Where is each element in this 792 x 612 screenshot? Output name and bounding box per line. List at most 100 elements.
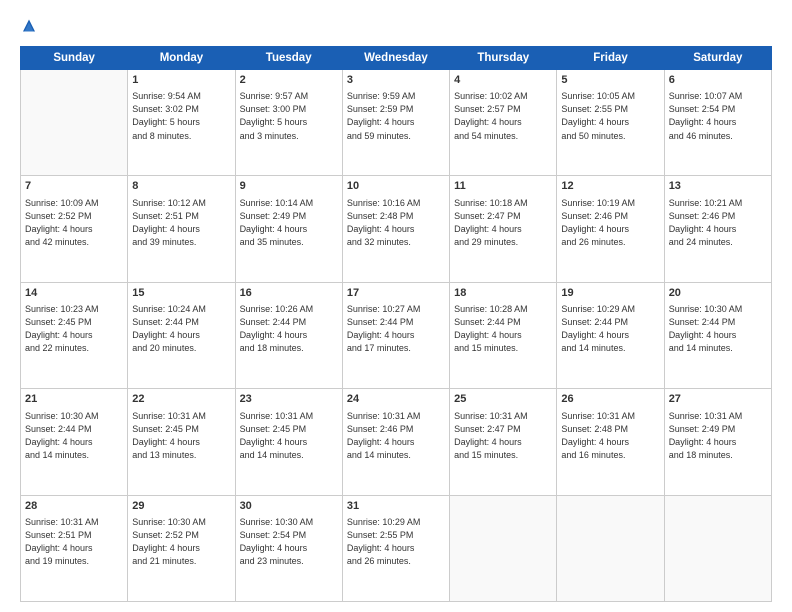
day-number: 12 bbox=[561, 179, 659, 194]
day-number: 26 bbox=[561, 392, 659, 407]
day-cell: 20 Sunrise: 10:30 AMSunset: 2:44 PMDaylig… bbox=[664, 282, 771, 388]
day-cell: 16 Sunrise: 10:26 AMSunset: 2:44 PMDaylig… bbox=[235, 282, 342, 388]
day-number: 10 bbox=[347, 179, 445, 194]
day-number: 16 bbox=[240, 286, 338, 301]
day-number: 1 bbox=[132, 73, 230, 88]
day-number: 24 bbox=[347, 392, 445, 407]
day-number: 28 bbox=[25, 499, 123, 514]
day-cell: 6 Sunrise: 10:07 AMSunset: 2:54 PMDayligh… bbox=[664, 70, 771, 176]
day-number: 2 bbox=[240, 73, 338, 88]
day-info: Sunrise: 10:27 AMSunset: 2:44 PMDaylight… bbox=[347, 303, 445, 355]
day-info: Sunrise: 10:23 AMSunset: 2:45 PMDaylight… bbox=[25, 303, 123, 355]
day-info: Sunrise: 10:29 AMSunset: 2:44 PMDaylight… bbox=[561, 303, 659, 355]
day-info: Sunrise: 9:59 AMSunset: 2:59 PMDaylight:… bbox=[347, 90, 445, 142]
day-info: Sunrise: 10:30 AMSunset: 2:44 PMDaylight… bbox=[25, 410, 123, 462]
day-cell: 28 Sunrise: 10:31 AMSunset: 2:51 PMDaylig… bbox=[21, 495, 128, 601]
day-cell: 31 Sunrise: 10:29 AMSunset: 2:55 PMDaylig… bbox=[342, 495, 449, 601]
day-number: 14 bbox=[25, 286, 123, 301]
page: SundayMondayTuesdayWednesdayThursdayFrid… bbox=[0, 0, 792, 612]
day-cell: 7Sunrise: 10:09 AMSunset: 2:52 PMDayligh… bbox=[21, 176, 128, 282]
logo bbox=[20, 18, 42, 36]
week-row-1: 1 Sunrise: 9:54 AMSunset: 3:02 PMDaylight… bbox=[21, 70, 772, 176]
day-info: Sunrise: 10:02 AMSunset: 2:57 PMDaylight… bbox=[454, 90, 552, 142]
day-cell: 5 Sunrise: 10:05 AMSunset: 2:55 PMDayligh… bbox=[557, 70, 664, 176]
day-info: Sunrise: 10:31 AMSunset: 2:46 PMDaylight… bbox=[347, 410, 445, 462]
day-info: Sunrise: 10:31 AMSunset: 2:45 PMDaylight… bbox=[132, 410, 230, 462]
day-cell bbox=[557, 495, 664, 601]
day-info: Sunrise: 10:31 AMSunset: 2:49 PMDaylight… bbox=[669, 410, 767, 462]
day-cell bbox=[21, 70, 128, 176]
day-number: 20 bbox=[669, 286, 767, 301]
weekday-header-monday: Monday bbox=[128, 47, 235, 70]
day-cell: 8 Sunrise: 10:12 AMSunset: 2:51 PMDayligh… bbox=[128, 176, 235, 282]
day-cell: 29 Sunrise: 10:30 AMSunset: 2:52 PMDaylig… bbox=[128, 495, 235, 601]
weekday-header-wednesday: Wednesday bbox=[342, 47, 449, 70]
day-number: 27 bbox=[669, 392, 767, 407]
day-cell: 13 Sunrise: 10:21 AMSunset: 2:46 PMDaylig… bbox=[664, 176, 771, 282]
weekday-header-friday: Friday bbox=[557, 47, 664, 70]
day-number: 11 bbox=[454, 179, 552, 194]
weekday-header-sunday: Sunday bbox=[21, 47, 128, 70]
day-number: 31 bbox=[347, 499, 445, 514]
week-row-4: 21 Sunrise: 10:30 AMSunset: 2:44 PMDaylig… bbox=[21, 389, 772, 495]
day-number: 17 bbox=[347, 286, 445, 301]
day-cell: 22Sunrise: 10:31 AMSunset: 2:45 PMDaylig… bbox=[128, 389, 235, 495]
day-number: 8 bbox=[132, 179, 230, 194]
week-row-5: 28 Sunrise: 10:31 AMSunset: 2:51 PMDaylig… bbox=[21, 495, 772, 601]
day-info: Sunrise: 10:31 AMSunset: 2:51 PMDaylight… bbox=[25, 516, 123, 568]
calendar-table: SundayMondayTuesdayWednesdayThursdayFrid… bbox=[20, 46, 772, 602]
weekday-header-thursday: Thursday bbox=[450, 47, 557, 70]
day-cell: 2Sunrise: 9:57 AMSunset: 3:00 PMDaylight… bbox=[235, 70, 342, 176]
day-cell: 26 Sunrise: 10:31 AMSunset: 2:48 PMDaylig… bbox=[557, 389, 664, 495]
logo-icon bbox=[20, 18, 38, 36]
day-cell: 24 Sunrise: 10:31 AMSunset: 2:46 PMDaylig… bbox=[342, 389, 449, 495]
day-info: Sunrise: 10:16 AMSunset: 2:48 PMDaylight… bbox=[347, 197, 445, 249]
day-cell: 4 Sunrise: 10:02 AMSunset: 2:57 PMDayligh… bbox=[450, 70, 557, 176]
day-info: Sunrise: 10:30 AMSunset: 2:52 PMDaylight… bbox=[132, 516, 230, 568]
day-info: Sunrise: 9:54 AMSunset: 3:02 PMDaylight:… bbox=[132, 90, 230, 142]
day-cell: 23Sunrise: 10:31 AMSunset: 2:45 PMDaylig… bbox=[235, 389, 342, 495]
day-number: 5 bbox=[561, 73, 659, 88]
day-number: 3 bbox=[347, 73, 445, 88]
day-info: Sunrise: 10:12 AMSunset: 2:51 PMDaylight… bbox=[132, 197, 230, 249]
day-number: 21 bbox=[25, 392, 123, 407]
day-number: 29 bbox=[132, 499, 230, 514]
day-info: Sunrise: 10:29 AMSunset: 2:55 PMDaylight… bbox=[347, 516, 445, 568]
day-cell: 9Sunrise: 10:14 AMSunset: 2:49 PMDayligh… bbox=[235, 176, 342, 282]
day-cell: 12 Sunrise: 10:19 AMSunset: 2:46 PMDaylig… bbox=[557, 176, 664, 282]
day-cell: 10 Sunrise: 10:16 AMSunset: 2:48 PMDaylig… bbox=[342, 176, 449, 282]
day-number: 18 bbox=[454, 286, 552, 301]
day-info: Sunrise: 10:28 AMSunset: 2:44 PMDaylight… bbox=[454, 303, 552, 355]
day-cell: 30Sunrise: 10:30 AMSunset: 2:54 PMDaylig… bbox=[235, 495, 342, 601]
day-number: 4 bbox=[454, 73, 552, 88]
day-number: 19 bbox=[561, 286, 659, 301]
week-row-2: 7Sunrise: 10:09 AMSunset: 2:52 PMDayligh… bbox=[21, 176, 772, 282]
day-cell: 17 Sunrise: 10:27 AMSunset: 2:44 PMDaylig… bbox=[342, 282, 449, 388]
day-number: 6 bbox=[669, 73, 767, 88]
day-cell: 3 Sunrise: 9:59 AMSunset: 2:59 PMDaylight… bbox=[342, 70, 449, 176]
day-cell: 11Sunrise: 10:18 AMSunset: 2:47 PMDaylig… bbox=[450, 176, 557, 282]
weekday-header-saturday: Saturday bbox=[664, 47, 771, 70]
day-number: 23 bbox=[240, 392, 338, 407]
day-info: Sunrise: 10:09 AMSunset: 2:52 PMDaylight… bbox=[25, 197, 123, 249]
weekday-header-row: SundayMondayTuesdayWednesdayThursdayFrid… bbox=[21, 47, 772, 70]
day-info: Sunrise: 10:14 AMSunset: 2:49 PMDaylight… bbox=[240, 197, 338, 249]
day-info: Sunrise: 10:26 AMSunset: 2:44 PMDaylight… bbox=[240, 303, 338, 355]
day-info: Sunrise: 10:30 AMSunset: 2:44 PMDaylight… bbox=[669, 303, 767, 355]
day-cell bbox=[664, 495, 771, 601]
day-cell: 25Sunrise: 10:31 AMSunset: 2:47 PMDaylig… bbox=[450, 389, 557, 495]
header bbox=[20, 18, 772, 36]
day-info: Sunrise: 10:05 AMSunset: 2:55 PMDaylight… bbox=[561, 90, 659, 142]
day-cell: 21 Sunrise: 10:30 AMSunset: 2:44 PMDaylig… bbox=[21, 389, 128, 495]
day-info: Sunrise: 10:07 AMSunset: 2:54 PMDaylight… bbox=[669, 90, 767, 142]
day-info: Sunrise: 10:31 AMSunset: 2:48 PMDaylight… bbox=[561, 410, 659, 462]
day-info: Sunrise: 10:21 AMSunset: 2:46 PMDaylight… bbox=[669, 197, 767, 249]
day-cell: 18 Sunrise: 10:28 AMSunset: 2:44 PMDaylig… bbox=[450, 282, 557, 388]
week-row-3: 14 Sunrise: 10:23 AMSunset: 2:45 PMDaylig… bbox=[21, 282, 772, 388]
day-info: Sunrise: 10:31 AMSunset: 2:47 PMDaylight… bbox=[454, 410, 552, 462]
day-cell: 27 Sunrise: 10:31 AMSunset: 2:49 PMDaylig… bbox=[664, 389, 771, 495]
day-cell: 1 Sunrise: 9:54 AMSunset: 3:02 PMDaylight… bbox=[128, 70, 235, 176]
day-number: 13 bbox=[669, 179, 767, 194]
day-info: Sunrise: 10:19 AMSunset: 2:46 PMDaylight… bbox=[561, 197, 659, 249]
day-info: Sunrise: 10:24 AMSunset: 2:44 PMDaylight… bbox=[132, 303, 230, 355]
